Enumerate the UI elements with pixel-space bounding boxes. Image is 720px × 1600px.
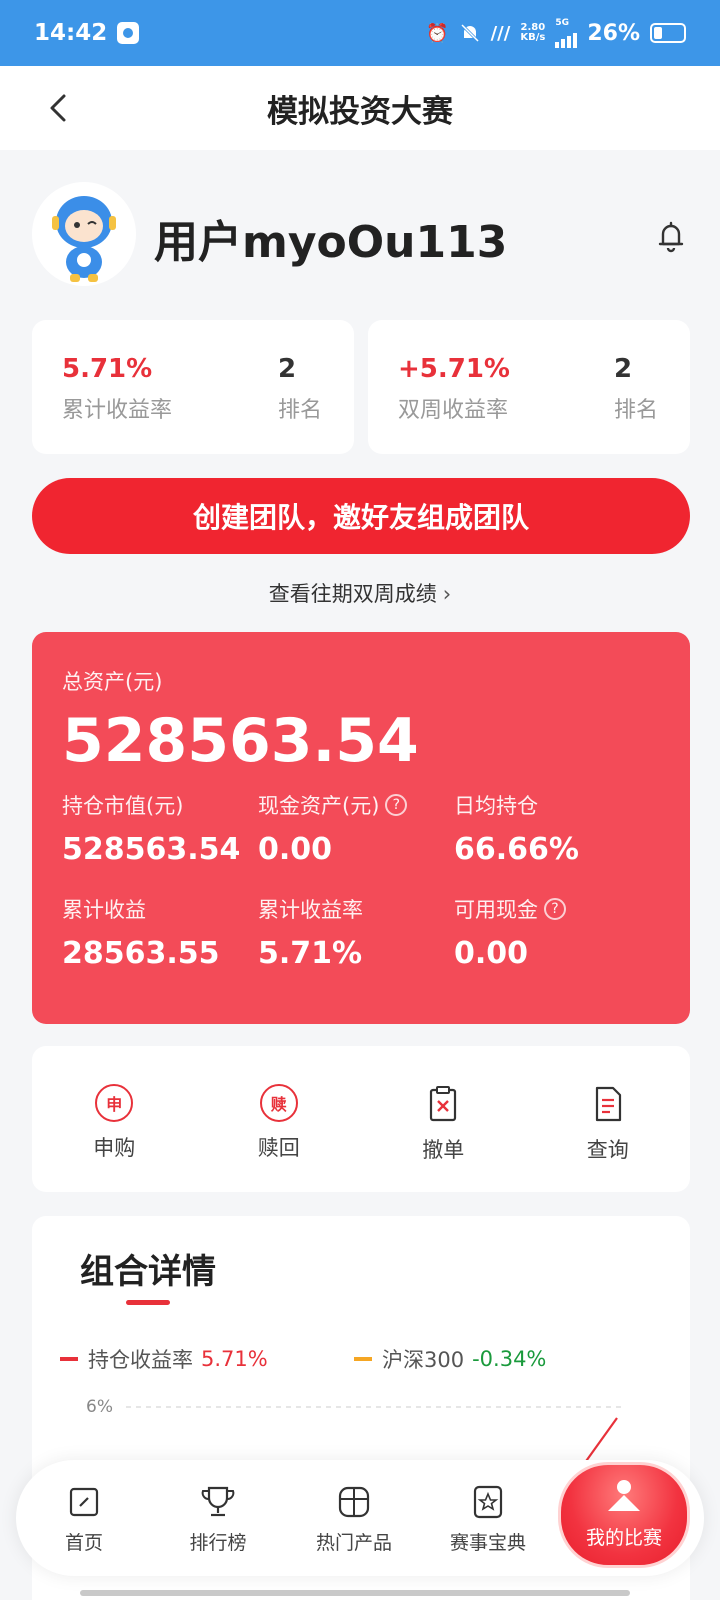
- total-assets-value: 528563.54: [62, 706, 419, 776]
- history-results-link[interactable]: 查看往期双周成绩 ›: [0, 578, 720, 608]
- query-button[interactable]: 查询: [526, 1046, 691, 1192]
- nav-bar: 模拟投资大赛: [0, 66, 720, 150]
- legend-swatch: [354, 1357, 372, 1361]
- subscribe-icon: 申: [95, 1084, 134, 1122]
- cumulative-return-label: 累计收益率: [62, 398, 173, 423]
- status-bar: 14:42 ⏰ /// 2.80 KB/s 5G 26%: [0, 0, 720, 66]
- holding-value-value: 528563.54: [62, 832, 241, 867]
- biweekly-return-card[interactable]: +5.71% 双周收益率 2 排名: [368, 320, 690, 454]
- star-book-icon: [473, 1485, 503, 1519]
- tab-home[interactable]: 首页: [24, 1460, 144, 1576]
- cumulative-profit-label: 累计收益: [62, 898, 146, 922]
- history-results-label: 查看往期双周成绩: [268, 582, 437, 606]
- tab-home-label: 首页: [64, 1532, 103, 1554]
- clipboard-cancel-icon: [430, 1086, 457, 1122]
- cancel-order-label: 撤单: [422, 1138, 465, 1162]
- hd-icon: ///: [490, 22, 511, 44]
- chevron-right-icon: ›: [442, 582, 452, 606]
- username: 用户myoOu113: [154, 217, 508, 268]
- signal-icon: 5G: [555, 18, 578, 48]
- asset-summary-card: 总资产(元) 528563.54 持仓市值(元) 528563.54 现金资产(…: [32, 632, 690, 1024]
- my-match-icon: [608, 1480, 640, 1511]
- tab-my-match-label: 我的比赛: [585, 1527, 662, 1549]
- help-icon[interactable]: ?: [385, 794, 408, 816]
- tab-leaderboard-label: 排行榜: [189, 1532, 247, 1554]
- cancel-order-button[interactable]: 撤单: [361, 1046, 526, 1192]
- cash-assets-metric: 现金资产(元)? 0.00: [258, 790, 408, 867]
- action-row: 申 申购 赎 赎回 撤单 查询: [32, 1046, 690, 1192]
- mascot-avatar-icon: [32, 182, 136, 286]
- home-indicator: [80, 1590, 630, 1596]
- legend-csi300-name: 沪深300: [382, 1348, 465, 1372]
- series-line-holding-return: [583, 1417, 618, 1465]
- tab-guide-label: 赛事宝典: [449, 1532, 526, 1554]
- available-cash-metric: 可用现金? 0.00: [454, 894, 566, 971]
- biweekly-return-value: +5.71%: [398, 354, 510, 384]
- help-icon[interactable]: ?: [544, 898, 566, 920]
- portfolio-details-title: 组合详情: [80, 1252, 216, 1292]
- title-underline: [126, 1300, 170, 1305]
- cumulative-rate-value: 5.71%: [258, 936, 363, 971]
- total-assets-label: 总资产(元): [62, 670, 163, 694]
- cumulative-rank-value: 2: [278, 354, 297, 384]
- holding-value-metric: 持仓市值(元) 528563.54: [62, 790, 240, 867]
- trophy-icon: [201, 1486, 235, 1517]
- create-team-button[interactable]: 创建团队，邀好友组成团队: [32, 478, 690, 554]
- biweekly-rank-value: 2: [614, 354, 633, 384]
- cumulative-rate-label: 累计收益率: [258, 898, 363, 922]
- biweekly-rank-label: 排名: [614, 398, 659, 423]
- tab-hot-products-label: 热门产品: [315, 1532, 392, 1554]
- avg-daily-holding-value: 66.66%: [454, 832, 579, 867]
- cumulative-return-card[interactable]: 5.71% 累计收益率 2 排名: [32, 320, 354, 454]
- legend-swatch: [60, 1357, 78, 1361]
- home-icon: [69, 1487, 99, 1517]
- box-icon: [338, 1486, 370, 1518]
- mute-bell-icon: [460, 23, 479, 43]
- page-title: 模拟投资大赛: [267, 93, 453, 130]
- avatar[interactable]: [32, 182, 136, 286]
- legend-csi300-value: -0.34%: [472, 1347, 547, 1371]
- tab-guide[interactable]: 赛事宝典: [428, 1460, 548, 1576]
- query-label: 查询: [586, 1138, 629, 1162]
- bell-icon[interactable]: [654, 218, 688, 254]
- tab-leaderboard[interactable]: 排行榜: [158, 1460, 278, 1576]
- available-cash-label: 可用现金: [454, 898, 538, 922]
- legend-holding-return-name: 持仓收益率: [88, 1348, 193, 1372]
- legend-holding-return-value: 5.71%: [201, 1347, 268, 1371]
- tab-hot-products[interactable]: 热门产品: [294, 1460, 414, 1576]
- biweekly-return-label: 双周收益率: [398, 398, 509, 423]
- back-arrow-icon[interactable]: [40, 88, 80, 128]
- available-cash-value: 0.00: [454, 936, 529, 971]
- avg-daily-holding-label: 日均持仓: [454, 794, 538, 818]
- cumulative-return-value: 5.71%: [62, 354, 153, 384]
- avg-daily-holding-metric: 日均持仓 66.66%: [454, 790, 579, 867]
- legend-holding-return: 持仓收益率 5.71%: [60, 1344, 268, 1374]
- redeem-icon: 赎: [259, 1084, 298, 1122]
- y-tick-label: 6%: [86, 1397, 113, 1417]
- document-query-icon: [595, 1086, 621, 1122]
- net-speed: 2.80 KB/s: [520, 22, 546, 43]
- alarm-icon: ⏰: [426, 22, 449, 44]
- subscribe-label: 申购: [93, 1136, 136, 1160]
- battery-icon: [650, 23, 686, 43]
- cumulative-profit-value: 28563.55: [62, 936, 220, 971]
- cumulative-rank-label: 排名: [278, 398, 323, 423]
- cash-assets-label: 现金资产(元): [258, 794, 380, 818]
- subscribe-button[interactable]: 申 申购: [32, 1046, 197, 1192]
- redeem-label: 赎回: [257, 1136, 300, 1160]
- tab-my-match[interactable]: 我的比赛: [558, 1462, 690, 1568]
- cash-assets-value: 0.00: [258, 832, 333, 867]
- app-notification-icon: [117, 22, 140, 44]
- status-time: 14:42: [34, 20, 108, 46]
- legend-csi300: 沪深300 -0.34%: [354, 1344, 546, 1374]
- cumulative-rate-metric: 累计收益率 5.71%: [258, 894, 363, 971]
- redeem-button[interactable]: 赎 赎回: [197, 1046, 362, 1192]
- holding-value-label: 持仓市值(元): [62, 794, 184, 818]
- battery-percent: 26%: [587, 20, 640, 46]
- cumulative-profit-metric: 累计收益 28563.55: [62, 894, 220, 971]
